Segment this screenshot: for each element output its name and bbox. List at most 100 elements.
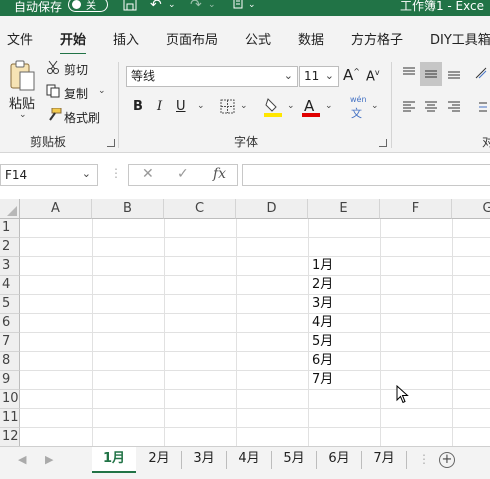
undo-dropdown-icon[interactable]: ⌄ — [168, 0, 176, 10]
confirm-entry-icon[interactable]: ✓ — [177, 166, 189, 182]
borders-dropdown-icon[interactable]: ⌄ — [240, 101, 248, 111]
fill-color-dropdown-icon[interactable]: ⌄ — [287, 101, 295, 111]
formula-input[interactable] — [242, 164, 490, 186]
column-header-g[interactable]: G — [452, 199, 490, 219]
formula-bar-grip-icon[interactable]: ⋮ — [110, 166, 122, 180]
font-color-dropdown-icon[interactable]: ⌄ — [325, 101, 333, 111]
bold-button[interactable]: B — [133, 99, 143, 114]
underline-dropdown-icon[interactable]: ⌄ — [197, 101, 205, 111]
tab-file[interactable]: 文件 — [7, 29, 33, 48]
tab-bar-grip-icon[interactable]: ⋮ — [418, 452, 430, 466]
sheet-tab-apr[interactable]: 4月 — [227, 447, 271, 473]
alignment-group-label: 对 — [482, 135, 490, 149]
sheet-tab-jan[interactable]: 1月 — [92, 447, 136, 473]
row-header-6[interactable]: 6 — [0, 314, 20, 333]
autosave-state: 关 — [86, 1, 96, 12]
underline-button[interactable]: U — [176, 99, 186, 114]
font-size-dropdown-icon[interactable]: ⌄ — [325, 66, 334, 85]
cell-e6[interactable]: 4月 — [309, 314, 333, 332]
shrink-font-button[interactable]: Av — [366, 68, 380, 84]
cell-e4[interactable]: 2月 — [309, 276, 333, 294]
cell-e3[interactable]: 1月 — [309, 257, 333, 275]
name-box[interactable]: F14 ⌄ — [0, 164, 98, 186]
cell-e9[interactable]: 7月 — [309, 371, 333, 389]
tab-page-layout[interactable]: 页面布局 — [166, 29, 218, 48]
column-header-b[interactable]: B — [92, 199, 164, 219]
row-header-11[interactable]: 11 — [0, 409, 20, 428]
format-painter-button[interactable]: 格式刷 — [64, 109, 100, 126]
phonetic-guide-button[interactable]: 文 — [351, 105, 362, 121]
next-sheet-icon[interactable]: ▶ — [45, 453, 53, 466]
tab-data[interactable]: 数据 — [298, 29, 324, 48]
sheet-tab-feb[interactable]: 2月 — [137, 447, 181, 473]
font-launcher-icon[interactable] — [379, 139, 387, 147]
tab-insert[interactable]: 插入 — [113, 29, 139, 48]
row-header-9[interactable]: 9 — [0, 371, 20, 390]
cell-e8[interactable]: 6月 — [309, 352, 333, 370]
customize-qat-icon[interactable] — [231, 0, 245, 15]
clipboard-launcher-icon[interactable] — [107, 139, 115, 147]
tab-home[interactable]: 开始 — [60, 29, 87, 56]
align-middle-button[interactable] — [420, 62, 442, 86]
autosave-toggle[interactable]: 关 — [68, 0, 108, 12]
sheet-tab-jun[interactable]: 6月 — [317, 447, 361, 473]
select-all-button[interactable] — [0, 199, 20, 219]
column-header-c[interactable]: C — [164, 199, 236, 219]
borders-icon[interactable] — [220, 99, 236, 119]
sheet-tab-may[interactable]: 5月 — [272, 447, 316, 473]
paste-icon[interactable] — [9, 60, 37, 96]
row-header-7[interactable]: 7 — [0, 333, 20, 352]
redo-icon[interactable]: ↷ — [190, 0, 202, 13]
grow-font-button[interactable]: A^ — [343, 66, 360, 84]
cut-button[interactable]: 剪切 — [64, 61, 88, 78]
cut-icon[interactable] — [46, 60, 60, 78]
fill-color-icon[interactable] — [264, 97, 282, 121]
align-right-icon[interactable] — [447, 100, 461, 118]
row-header-12[interactable]: 12 — [0, 428, 20, 446]
save-icon[interactable] — [122, 0, 138, 15]
paste-dropdown-icon[interactable]: ⌄ — [19, 110, 27, 120]
column-header-e[interactable]: E — [308, 199, 380, 219]
insert-function-button[interactable]: fx — [213, 166, 226, 182]
font-name-dropdown-icon[interactable]: ⌄ — [284, 66, 293, 85]
align-top-icon[interactable] — [402, 66, 416, 84]
row-header-4[interactable]: 4 — [0, 276, 20, 295]
cell-e5[interactable]: 3月 — [309, 295, 333, 313]
qat-dropdown-icon[interactable]: ⌄ — [248, 0, 256, 10]
cell-e7[interactable]: 5月 — [309, 333, 333, 351]
copy-button[interactable]: 复制 — [64, 85, 88, 102]
sheet-tab-mar[interactable]: 3月 — [182, 447, 226, 473]
column-header-a[interactable]: A — [20, 199, 92, 219]
row-header-8[interactable]: 8 — [0, 352, 20, 371]
prev-sheet-icon[interactable]: ◀ — [18, 453, 26, 466]
row-header-5[interactable]: 5 — [0, 295, 20, 314]
row-header-1[interactable]: 1 — [0, 219, 20, 238]
align-left-icon[interactable] — [402, 100, 416, 118]
add-sheet-icon[interactable]: + — [439, 452, 455, 468]
sheet-tab-jul[interactable]: 7月 — [362, 447, 406, 473]
italic-button[interactable]: I — [157, 99, 162, 114]
font-name-select[interactable]: 等线 ⌄ — [126, 66, 298, 87]
row-header-10[interactable]: 10 — [0, 390, 20, 409]
column-header-f[interactable]: F — [380, 199, 452, 219]
column-header-d[interactable]: D — [236, 199, 308, 219]
copy-dropdown-icon[interactable]: ⌄ — [98, 86, 106, 96]
indent-icon[interactable] — [474, 100, 488, 118]
name-box-dropdown-icon[interactable]: ⌄ — [82, 164, 91, 184]
font-size-select[interactable]: 11 ⌄ — [299, 66, 339, 87]
row-header-3[interactable]: 3 — [0, 257, 20, 276]
copy-icon[interactable] — [46, 84, 60, 102]
align-bottom-icon[interactable] — [447, 66, 461, 84]
align-center-icon[interactable] — [424, 100, 438, 118]
orientation-icon[interactable] — [474, 66, 488, 84]
cancel-entry-icon[interactable]: ✕ — [142, 166, 154, 182]
row-header-2[interactable]: 2 — [0, 238, 20, 257]
undo-icon[interactable]: ↶ — [150, 0, 162, 13]
format-painter-icon[interactable] — [46, 107, 62, 126]
tab-fangfang[interactable]: 方方格子 — [351, 29, 403, 48]
phonetic-dropdown-icon[interactable]: ⌄ — [371, 101, 379, 111]
tab-diy-toolbox[interactable]: DIY工具箱 — [430, 29, 490, 48]
document-title: 工作簿1 - Exce — [399, 0, 484, 13]
redo-dropdown-icon[interactable]: ⌄ — [208, 0, 216, 10]
tab-formulas[interactable]: 公式 — [245, 29, 271, 48]
